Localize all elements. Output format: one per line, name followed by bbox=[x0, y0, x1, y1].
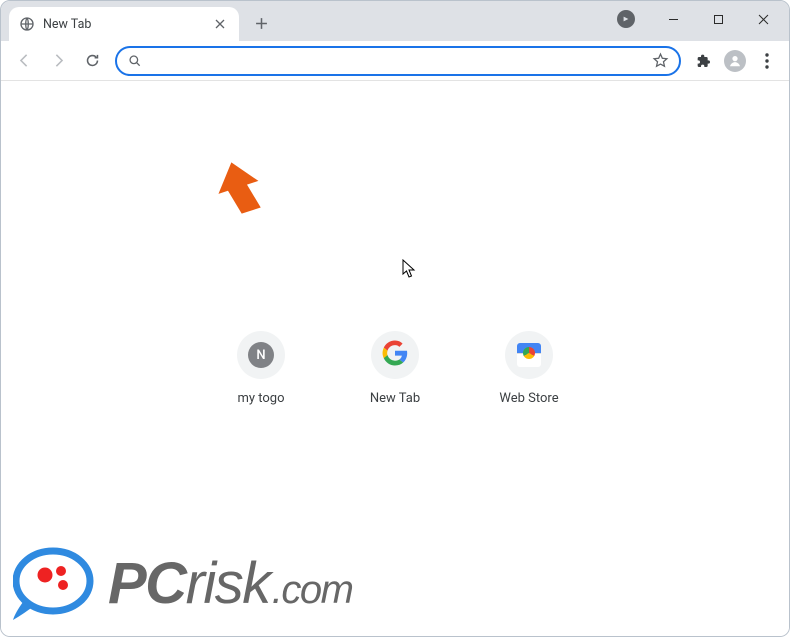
watermark-text: PCrisk.com bbox=[108, 550, 352, 617]
new-tab-button[interactable] bbox=[247, 9, 275, 37]
avatar-icon bbox=[724, 50, 746, 72]
window-controls bbox=[617, 1, 786, 37]
media-control-indicator[interactable] bbox=[617, 10, 635, 28]
page-content: N my togo New Tab bbox=[1, 81, 789, 636]
watermark-brand-prefix: PC bbox=[108, 550, 186, 617]
shortcut-tile bbox=[505, 331, 553, 379]
shortcut-tile bbox=[371, 331, 419, 379]
search-icon bbox=[127, 53, 143, 69]
close-tab-button[interactable] bbox=[211, 15, 229, 33]
tab-strip: New Tab bbox=[1, 1, 789, 41]
address-input[interactable] bbox=[143, 53, 651, 69]
shortcut-my-togo[interactable]: N my togo bbox=[207, 321, 315, 412]
tab-new-tab[interactable]: New Tab bbox=[9, 7, 239, 41]
close-window-button[interactable] bbox=[741, 5, 786, 33]
shortcut-web-store[interactable]: Web Store bbox=[475, 321, 583, 412]
shortcut-label: Web Store bbox=[499, 391, 558, 406]
webstore-icon bbox=[517, 343, 541, 367]
shortcut-new-tab[interactable]: New Tab bbox=[341, 321, 449, 412]
shortcut-label: New Tab bbox=[370, 391, 420, 406]
forward-button[interactable] bbox=[43, 46, 73, 76]
watermark-tld: .com bbox=[272, 568, 353, 613]
mouse-cursor-icon bbox=[402, 259, 416, 279]
reload-button[interactable] bbox=[77, 46, 107, 76]
shortcut-tile: N bbox=[237, 331, 285, 379]
shortcuts-row: N my togo New Tab bbox=[207, 321, 583, 412]
globe-icon bbox=[19, 16, 35, 32]
tab-title: New Tab bbox=[43, 17, 203, 32]
watermark: PCrisk.com bbox=[13, 540, 352, 626]
letter-n-icon: N bbox=[248, 342, 274, 368]
profile-button[interactable] bbox=[721, 47, 749, 75]
pointer-annotation-icon bbox=[210, 159, 270, 219]
watermark-logo-icon bbox=[13, 547, 100, 620]
browser-window: New Tab bbox=[0, 0, 790, 637]
back-button[interactable] bbox=[9, 46, 39, 76]
extensions-button[interactable] bbox=[689, 47, 717, 75]
google-g-icon bbox=[382, 340, 408, 370]
toolbar bbox=[1, 41, 789, 81]
bookmark-star-icon[interactable] bbox=[651, 52, 669, 70]
watermark-brand-suffix: risk bbox=[186, 550, 270, 617]
menu-button[interactable] bbox=[753, 47, 781, 75]
maximize-button[interactable] bbox=[696, 5, 741, 33]
address-bar[interactable] bbox=[115, 46, 681, 76]
shortcut-label: my togo bbox=[237, 391, 284, 406]
minimize-button[interactable] bbox=[651, 5, 696, 33]
